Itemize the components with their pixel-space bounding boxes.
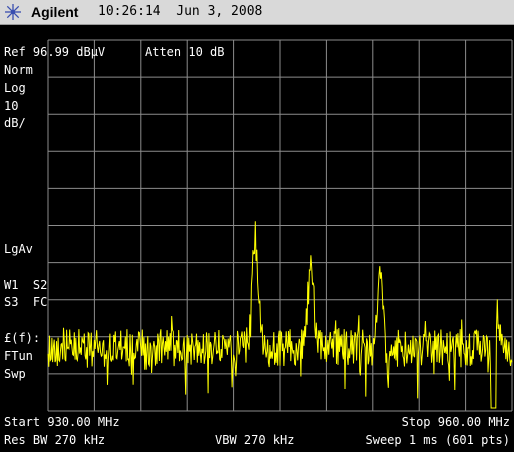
ftun-label: FTun — [4, 349, 33, 363]
averaging-label: LgAv — [4, 242, 33, 256]
trace-status-row1: W1 S2 — [4, 278, 48, 292]
ref-level: Ref 96.99 dBμV — [4, 45, 106, 59]
scale-type: Log — [4, 81, 26, 95]
detector-mode: Norm — [4, 63, 33, 77]
sweep-time: Sweep 1 ms (601 pts) — [365, 433, 511, 447]
sweep-indicator: Swp — [4, 367, 26, 381]
marker-function: £(f): — [4, 331, 41, 345]
scale-unit: dB/ — [4, 116, 26, 130]
trace-status-row2: S3 FC — [4, 295, 48, 309]
analyzer-screen — [47, 39, 513, 412]
vbw: VBW 270 kHz — [215, 433, 295, 447]
scale-value: 10 — [4, 99, 19, 113]
start-frequency: Start 930.00 MHz — [4, 415, 120, 429]
attenuation: Atten 10 dB — [145, 45, 225, 59]
res-bw: Res BW 270 kHz — [4, 433, 106, 447]
stop-frequency: Stop 960.00 MHz — [401, 415, 510, 429]
